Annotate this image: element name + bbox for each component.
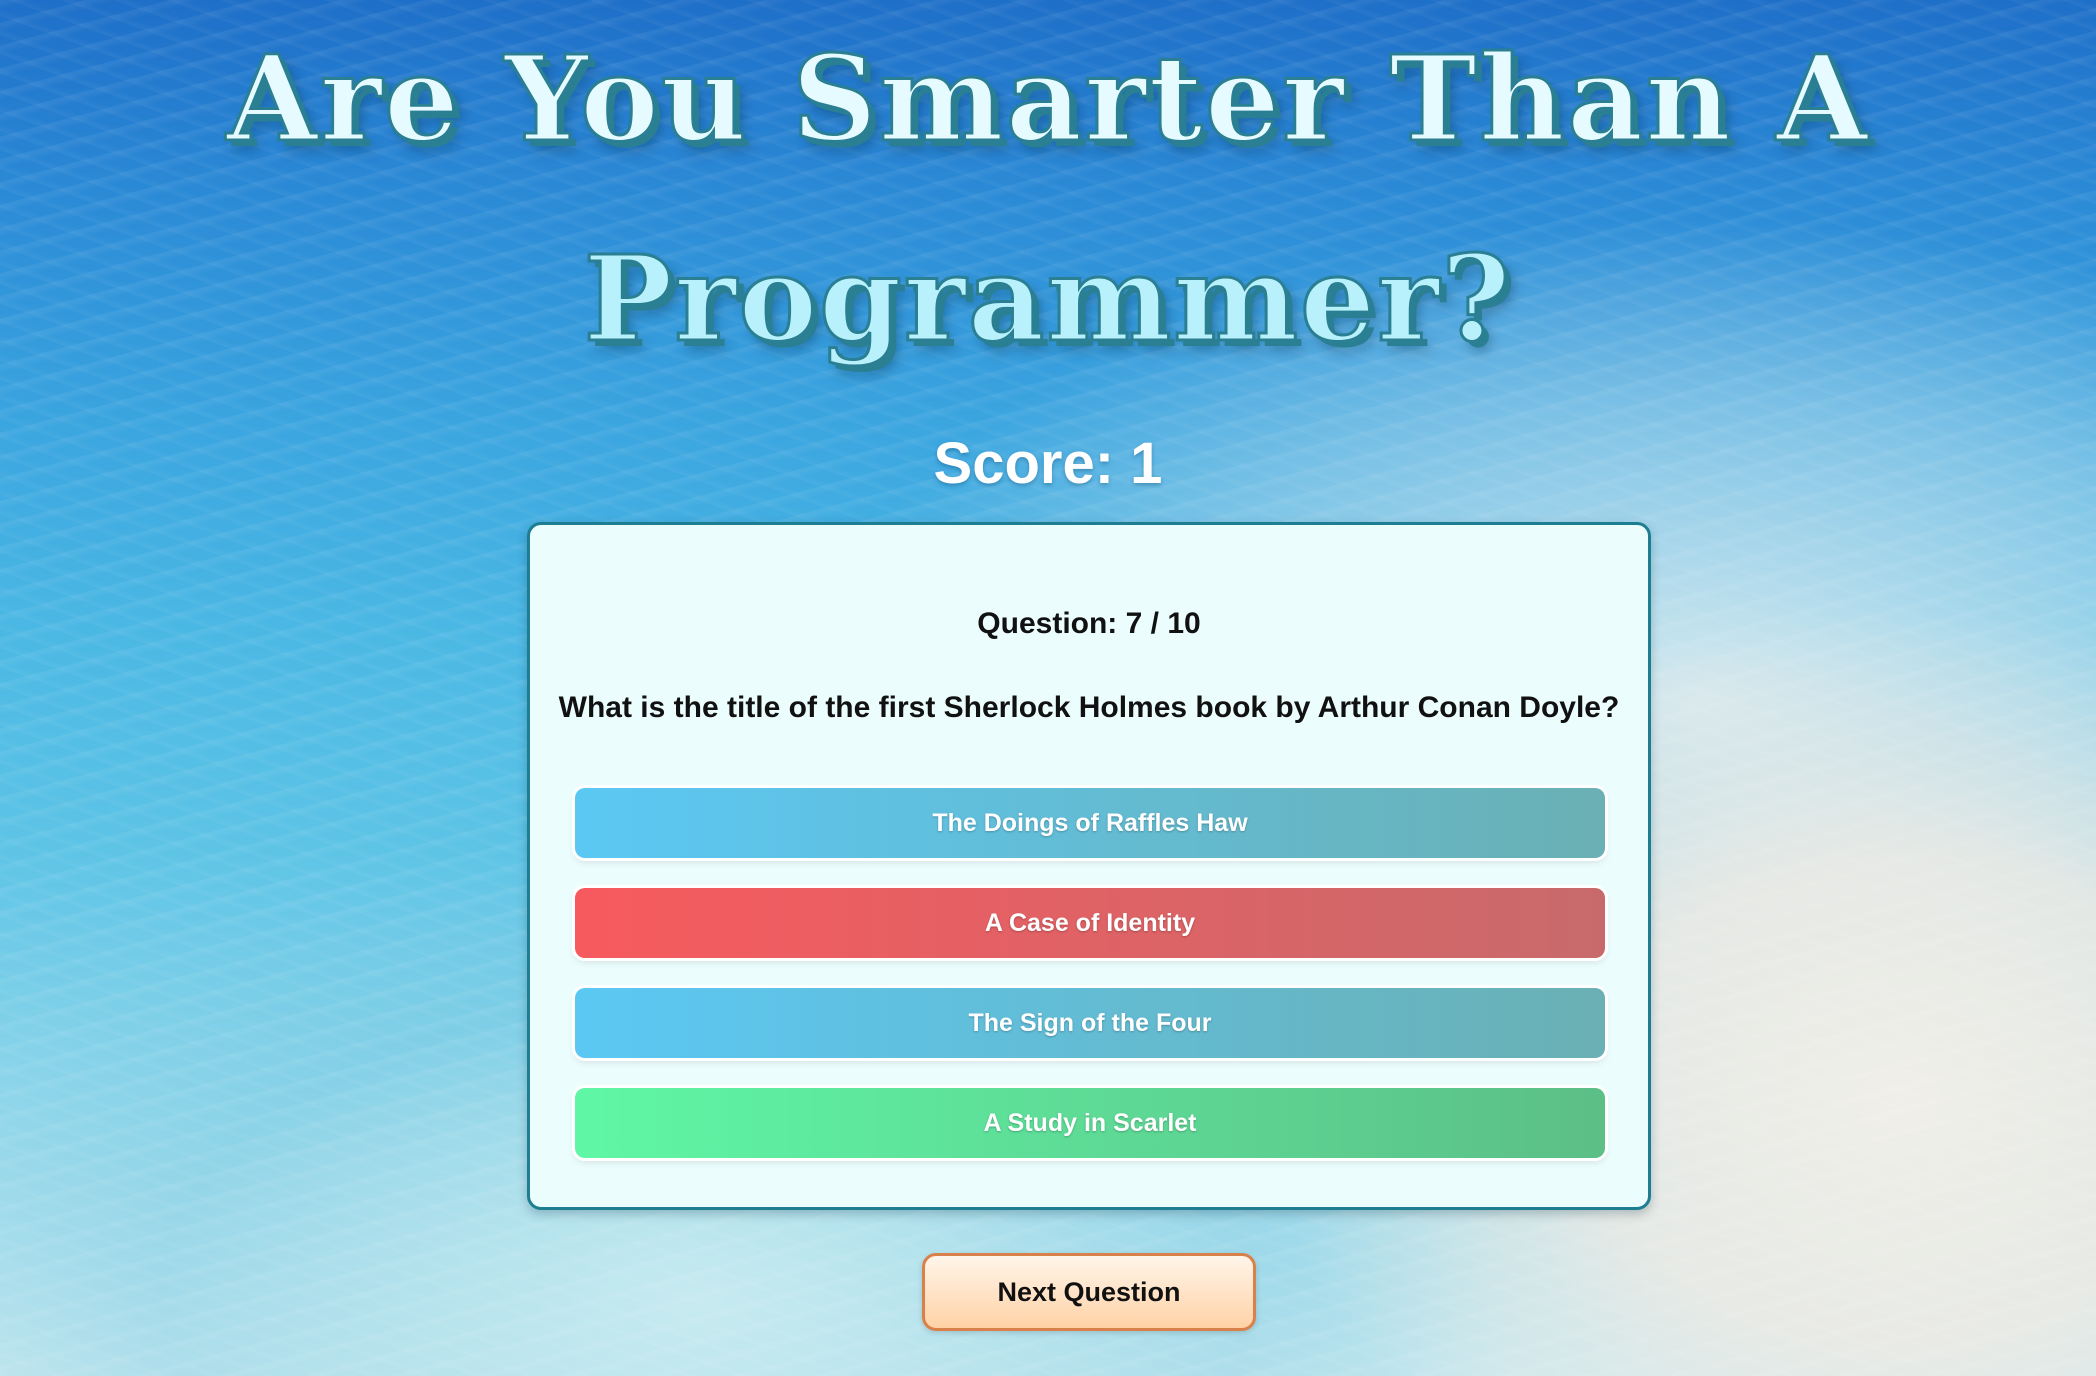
question-card: Question: 7 / 10 What is the title of th… <box>527 522 1651 1210</box>
score-display: Score: 1 <box>933 431 1163 496</box>
answer-button[interactable]: A Case of Identity <box>575 888 1605 958</box>
question-counter: Question: 7 / 10 <box>977 607 1201 640</box>
answer-button[interactable]: The Doings of Raffles Haw <box>575 788 1605 858</box>
next-question-button[interactable]: Next Question <box>922 1253 1256 1331</box>
question-text: What is the title of the first Sherlock … <box>558 691 1620 724</box>
page-title-line2: Programmer? <box>582 229 1513 368</box>
answer-button[interactable]: A Study in Scarlet <box>575 1088 1605 1158</box>
answer-button[interactable]: The Sign of the Four <box>575 988 1605 1058</box>
page-title-line1: Are You Smarter Than A <box>225 29 1870 168</box>
